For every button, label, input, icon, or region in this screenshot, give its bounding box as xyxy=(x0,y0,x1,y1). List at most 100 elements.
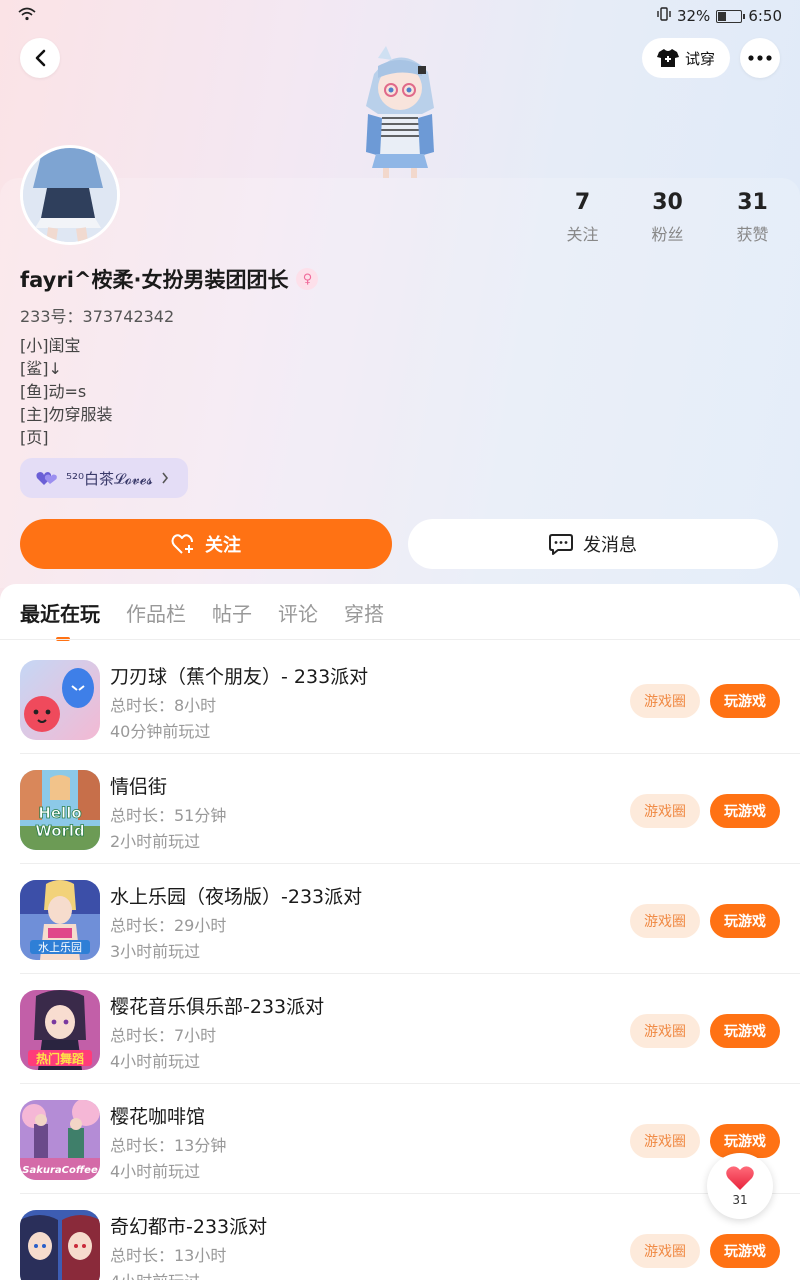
game-icon: 热门舞蹈 xyxy=(20,990,100,1070)
stat-value: 7 xyxy=(574,190,591,215)
game-last-played: 4小时前玩过 xyxy=(110,1052,201,1071)
message-label: 发消息 xyxy=(583,535,637,556)
battery-icon xyxy=(716,9,746,23)
relationship-badge[interactable]: ⁵²⁰白茶𝓛𝓸𝓿𝓮𝓼 xyxy=(20,458,188,498)
double-heart-icon xyxy=(36,472,57,485)
game-duration: 总时长：13分钟 xyxy=(110,1136,227,1155)
svg-text:Hello: Hello xyxy=(38,804,81,822)
tab-comments[interactable]: 评论 xyxy=(278,598,318,637)
play-game-button[interactable]: 玩游戏 xyxy=(710,1234,780,1268)
tab-recent-play[interactable]: 最近在玩 xyxy=(20,598,100,641)
bio-line: [主]勿穿服装 xyxy=(20,405,113,424)
game-icon: SakuraCoffee xyxy=(20,1100,100,1180)
game-row[interactable]: 奇幻都市-233派对 总时长：13小时 4小时前玩过 游戏圈 玩游戏 xyxy=(20,1194,800,1280)
svg-text:World: World xyxy=(35,822,85,840)
play-game-button[interactable]: 玩游戏 xyxy=(710,794,780,828)
stat-label: 粉丝 xyxy=(651,225,684,244)
bio-line: [鲨]↓ xyxy=(20,359,62,378)
game-row[interactable]: 热门舞蹈 樱花音乐俱乐部-233派对 总时长：7小时 4小时前玩过 游戏圈 玩游… xyxy=(20,974,800,1084)
like-count: 31 xyxy=(732,1193,748,1207)
game-duration: 总时长：7小时 xyxy=(110,1026,217,1045)
avatar[interactable] xyxy=(20,145,120,245)
badge-label: ⁵²⁰白茶𝓛𝓸𝓿𝓮𝓼 xyxy=(66,469,153,488)
game-duration: 总时长：8小时 xyxy=(110,696,217,715)
stats-row: 7 关注 30 粉丝 31 获赞 xyxy=(540,190,800,245)
bio-line: [鱼]动=s xyxy=(20,382,87,401)
back-button[interactable] xyxy=(20,38,60,78)
game-duration: 总时长：13小时 xyxy=(110,1246,227,1265)
svg-text:热门舞蹈: 热门舞蹈 xyxy=(36,1051,84,1066)
tab-outfits[interactable]: 穿搭 xyxy=(344,598,384,637)
user-id: 233号：373742342 xyxy=(20,307,175,326)
game-last-played: 3小时前玩过 xyxy=(110,942,201,961)
game-circle-button[interactable]: 游戏圈 xyxy=(630,904,700,938)
more-dots-icon xyxy=(748,55,772,61)
game-icon: Hello World xyxy=(20,770,100,850)
tshirt-icon xyxy=(656,49,679,67)
chevron-right-icon xyxy=(162,472,168,484)
stat-value: 31 xyxy=(737,190,768,215)
game-last-played: 4小时前玩过 xyxy=(110,1162,201,1181)
game-title: 水上乐园（夜场版）-233派对 xyxy=(110,886,363,908)
game-icon: 水上乐园 xyxy=(20,880,100,960)
svg-text:水上乐园: 水上乐园 xyxy=(38,941,82,954)
username: fayri^桉柔·女扮男装团团长 xyxy=(20,268,289,292)
play-game-button[interactable]: 玩游戏 xyxy=(710,1014,780,1048)
message-button[interactable]: 发消息 xyxy=(408,519,778,569)
game-row[interactable]: Hello World 情侣街 总时长：51分钟 2小时前玩过 游戏圈 玩游戏 xyxy=(20,754,800,864)
stat-label: 关注 xyxy=(566,225,599,244)
game-last-played: 40分钟前玩过 xyxy=(110,722,211,741)
bio-line: [小]闺宝 xyxy=(20,336,81,355)
heart-icon xyxy=(726,1166,754,1190)
game-circle-button[interactable]: 游戏圈 xyxy=(630,1124,700,1158)
game-title: 奇幻都市-233派对 xyxy=(110,1216,268,1238)
game-title: 樱花音乐俱乐部-233派对 xyxy=(110,996,325,1018)
more-button[interactable] xyxy=(740,38,780,78)
game-circle-button[interactable]: 游戏圈 xyxy=(630,1014,700,1048)
game-icon xyxy=(20,1210,100,1280)
game-row[interactable]: 水上乐园 水上乐园（夜场版）-233派对 总时长：29小时 3小时前玩过 游戏圈… xyxy=(20,864,800,974)
game-circle-button[interactable]: 游戏圈 xyxy=(630,794,700,828)
follow-label: 关注 xyxy=(205,535,241,556)
svg-text:SakuraCoffee: SakuraCoffee xyxy=(22,1165,98,1176)
game-last-played: 4小时前玩过 xyxy=(110,1268,200,1280)
game-row[interactable]: 刀刃球（蕉个朋友）- 233派对 总时长：8小时 40分钟前玩过 游戏圈 玩游戏 xyxy=(20,644,800,754)
content-panel: 最近在玩 作品栏 帖子 评论 穿搭 刀刃球（蕉个朋友）- 233派对 总时长：8… xyxy=(0,584,800,1280)
game-row[interactable]: SakuraCoffee 樱花咖啡馆 总时长：13分钟 4小时前玩过 游戏圈 玩… xyxy=(20,1084,800,1194)
bio: [小]闺宝 [鲨]↓ [鱼]动=s [主]勿穿服装 [页] xyxy=(20,334,113,449)
play-game-button[interactable]: 玩游戏 xyxy=(710,904,780,938)
game-icon xyxy=(20,660,100,740)
vibrate-icon xyxy=(657,6,671,26)
chevron-left-icon xyxy=(35,49,46,67)
play-game-button[interactable]: 玩游戏 xyxy=(710,684,780,718)
tab-works[interactable]: 作品栏 xyxy=(126,598,186,637)
stat-followers[interactable]: 30 粉丝 xyxy=(625,190,710,245)
game-title: 刀刃球（蕉个朋友）- 233派对 xyxy=(110,666,369,688)
game-circle-button[interactable]: 游戏圈 xyxy=(630,684,700,718)
clock: 6:50 xyxy=(748,7,782,25)
stat-value: 30 xyxy=(652,190,683,215)
stat-likes[interactable]: 31 获赞 xyxy=(710,190,795,245)
tab-bar: 最近在玩 作品栏 帖子 评论 穿搭 xyxy=(20,598,384,641)
wifi-icon xyxy=(18,7,36,25)
username-row: fayri^桉柔·女扮男装团团长 ♀ xyxy=(20,264,319,294)
stat-label: 获赞 xyxy=(736,225,769,244)
game-circle-button[interactable]: 游戏圈 xyxy=(630,1234,700,1268)
battery-percent: 32% xyxy=(676,7,711,25)
try-on-label: 试穿 xyxy=(684,49,715,68)
game-title: 樱花咖啡馆 xyxy=(110,1106,206,1128)
divider xyxy=(0,639,800,640)
follow-button[interactable]: 关注 xyxy=(20,519,392,569)
bio-line: [页] xyxy=(20,428,49,447)
stat-following[interactable]: 7 关注 xyxy=(540,190,625,245)
game-duration: 总时长：29小时 xyxy=(110,916,227,935)
female-gender-icon: ♀ xyxy=(296,268,319,290)
floating-like-button[interactable]: 31 xyxy=(707,1153,773,1219)
try-on-button[interactable]: 试穿 xyxy=(642,38,730,78)
tab-posts[interactable]: 帖子 xyxy=(212,598,252,637)
heart-plus-icon xyxy=(171,534,193,554)
game-duration: 总时长：51分钟 xyxy=(110,806,227,825)
avatar-character-image xyxy=(352,44,448,178)
status-bar: 32% 6:50 xyxy=(0,0,800,32)
game-title: 情侣街 xyxy=(110,776,168,798)
